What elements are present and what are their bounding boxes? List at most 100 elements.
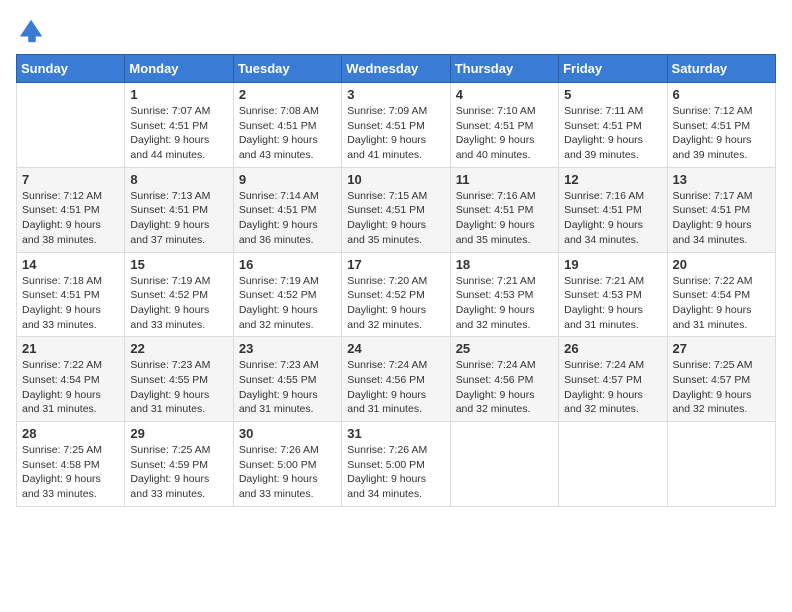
calendar-cell: 16 Sunrise: 7:19 AMSunset: 4:52 PMDayligh… [233, 252, 341, 337]
calendar-cell: 3Sunrise: 7:09 AMSunset: 4:51 PMDaylight… [342, 83, 450, 168]
calendar-cell: 30 Sunrise: 7:26 AMSunset: 5:00 PMDayligh… [233, 422, 341, 507]
day-number: 7 [22, 172, 119, 187]
day-number: 1 [130, 87, 227, 102]
calendar-cell: 22Sunrise: 7:23 AMSunset: 4:55 PMDayligh… [125, 337, 233, 422]
calendar-week-row: 1 Sunrise: 7:07 AMSunset: 4:51 PMDaylight… [17, 83, 776, 168]
calendar-cell: 18Sunrise: 7:21 AMSunset: 4:53 PMDayligh… [450, 252, 558, 337]
day-info: Sunrise: 7:24 AMSunset: 4:57 PMDaylight:… [564, 358, 661, 417]
day-number: 24 [347, 341, 444, 356]
day-info: Sunrise: 7:23 AMSunset: 4:55 PMDaylight:… [130, 358, 227, 417]
calendar-cell [559, 422, 667, 507]
day-number: 11 [456, 172, 553, 187]
day-number: 8 [130, 172, 227, 187]
day-info: Sunrise: 7:17 AMSunset: 4:51 PMDaylight:… [673, 189, 770, 248]
day-info: Sunrise: 7:10 AMSunset: 4:51 PMDaylight:… [456, 104, 553, 163]
weekday-header: Thursday [450, 55, 558, 83]
day-info: Sunrise: 7:16 AMSunset: 4:51 PMDaylight:… [564, 189, 661, 248]
weekday-header: Monday [125, 55, 233, 83]
calendar-cell: 4 Sunrise: 7:10 AMSunset: 4:51 PMDaylight… [450, 83, 558, 168]
day-info: Sunrise: 7:25 AMSunset: 4:57 PMDaylight:… [673, 358, 770, 417]
calendar-cell: 11 Sunrise: 7:16 AMSunset: 4:51 PMDayligh… [450, 167, 558, 252]
day-number: 26 [564, 341, 661, 356]
day-info: Sunrise: 7:12 AMSunset: 4:51 PMDaylight:… [22, 189, 119, 248]
day-number: 5 [564, 87, 661, 102]
day-info: Sunrise: 7:07 AMSunset: 4:51 PMDaylight:… [130, 104, 227, 163]
calendar-cell: 5 Sunrise: 7:11 AMSunset: 4:51 PMDaylight… [559, 83, 667, 168]
calendar-cell: 2 Sunrise: 7:08 AMSunset: 4:51 PMDaylight… [233, 83, 341, 168]
calendar-cell: 27Sunrise: 7:25 AMSunset: 4:57 PMDayligh… [667, 337, 775, 422]
calendar-cell: 21 Sunrise: 7:22 AMSunset: 4:54 PMDayligh… [17, 337, 125, 422]
weekday-header: Saturday [667, 55, 775, 83]
calendar-week-row: 7 Sunrise: 7:12 AMSunset: 4:51 PMDaylight… [17, 167, 776, 252]
day-number: 31 [347, 426, 444, 441]
logo-icon [18, 16, 46, 44]
day-number: 25 [456, 341, 553, 356]
calendar-cell: 31 Sunrise: 7:26 AMSunset: 5:00 PMDayligh… [342, 422, 450, 507]
weekday-header: Friday [559, 55, 667, 83]
day-number: 20 [673, 257, 770, 272]
day-info: Sunrise: 7:24 AMSunset: 4:56 PMDaylight:… [456, 358, 553, 417]
day-info: Sunrise: 7:13 AMSunset: 4:51 PMDaylight:… [130, 189, 227, 248]
day-number: 15 [130, 257, 227, 272]
day-number: 9 [239, 172, 336, 187]
day-number: 17 [347, 257, 444, 272]
day-info: Sunrise: 7:22 AMSunset: 4:54 PMDaylight:… [673, 274, 770, 333]
calendar-week-row: 14 Sunrise: 7:18 AMSunset: 4:51 PMDayligh… [17, 252, 776, 337]
day-number: 16 [239, 257, 336, 272]
calendar-cell: 14 Sunrise: 7:18 AMSunset: 4:51 PMDayligh… [17, 252, 125, 337]
calendar-cell [450, 422, 558, 507]
day-number: 28 [22, 426, 119, 441]
day-number: 29 [130, 426, 227, 441]
calendar-cell [667, 422, 775, 507]
day-number: 19 [564, 257, 661, 272]
day-info: Sunrise: 7:09 AMSunset: 4:51 PMDaylight:… [347, 104, 444, 163]
calendar-cell: 7 Sunrise: 7:12 AMSunset: 4:51 PMDaylight… [17, 167, 125, 252]
day-info: Sunrise: 7:11 AMSunset: 4:51 PMDaylight:… [564, 104, 661, 163]
calendar-cell: 9 Sunrise: 7:14 AMSunset: 4:51 PMDaylight… [233, 167, 341, 252]
day-info: Sunrise: 7:16 AMSunset: 4:51 PMDaylight:… [456, 189, 553, 248]
day-info: Sunrise: 7:20 AMSunset: 4:52 PMDaylight:… [347, 274, 444, 333]
day-number: 30 [239, 426, 336, 441]
calendar-cell: 29 Sunrise: 7:25 AMSunset: 4:59 PMDayligh… [125, 422, 233, 507]
day-info: Sunrise: 7:21 AMSunset: 4:53 PMDaylight:… [564, 274, 661, 333]
day-info: Sunrise: 7:25 AMSunset: 4:59 PMDaylight:… [130, 443, 227, 502]
calendar-cell: 26 Sunrise: 7:24 AMSunset: 4:57 PMDayligh… [559, 337, 667, 422]
day-number: 10 [347, 172, 444, 187]
weekday-header: Tuesday [233, 55, 341, 83]
calendar-cell: 13 Sunrise: 7:17 AMSunset: 4:51 PMDayligh… [667, 167, 775, 252]
day-info: Sunrise: 7:26 AMSunset: 5:00 PMDaylight:… [347, 443, 444, 502]
day-number: 18 [456, 257, 553, 272]
weekday-header: Wednesday [342, 55, 450, 83]
calendar-cell: 6 Sunrise: 7:12 AMSunset: 4:51 PMDaylight… [667, 83, 775, 168]
day-info: Sunrise: 7:26 AMSunset: 5:00 PMDaylight:… [239, 443, 336, 502]
day-info: Sunrise: 7:19 AMSunset: 4:52 PMDaylight:… [130, 274, 227, 333]
day-number: 21 [22, 341, 119, 356]
calendar-cell: 1 Sunrise: 7:07 AMSunset: 4:51 PMDaylight… [125, 83, 233, 168]
calendar-cell: 23 Sunrise: 7:23 AMSunset: 4:55 PMDayligh… [233, 337, 341, 422]
calendar-cell: 28 Sunrise: 7:25 AMSunset: 4:58 PMDayligh… [17, 422, 125, 507]
day-info: Sunrise: 7:23 AMSunset: 4:55 PMDaylight:… [239, 358, 336, 417]
day-info: Sunrise: 7:22 AMSunset: 4:54 PMDaylight:… [22, 358, 119, 417]
calendar-cell: 17 Sunrise: 7:20 AMSunset: 4:52 PMDayligh… [342, 252, 450, 337]
day-info: Sunrise: 7:19 AMSunset: 4:52 PMDaylight:… [239, 274, 336, 333]
day-number: 6 [673, 87, 770, 102]
calendar-cell: 15 Sunrise: 7:19 AMSunset: 4:52 PMDayligh… [125, 252, 233, 337]
logo [16, 16, 46, 44]
day-info: Sunrise: 7:08 AMSunset: 4:51 PMDaylight:… [239, 104, 336, 163]
calendar-cell: 10Sunrise: 7:15 AMSunset: 4:51 PMDayligh… [342, 167, 450, 252]
day-info: Sunrise: 7:14 AMSunset: 4:51 PMDaylight:… [239, 189, 336, 248]
day-info: Sunrise: 7:25 AMSunset: 4:58 PMDaylight:… [22, 443, 119, 502]
day-number: 23 [239, 341, 336, 356]
day-number: 2 [239, 87, 336, 102]
day-info: Sunrise: 7:18 AMSunset: 4:51 PMDaylight:… [22, 274, 119, 333]
calendar-cell: 19 Sunrise: 7:21 AMSunset: 4:53 PMDayligh… [559, 252, 667, 337]
page-header [16, 16, 776, 44]
calendar-table: SundayMondayTuesdayWednesdayThursdayFrid… [16, 54, 776, 507]
calendar-cell: 12 Sunrise: 7:16 AMSunset: 4:51 PMDayligh… [559, 167, 667, 252]
day-info: Sunrise: 7:12 AMSunset: 4:51 PMDaylight:… [673, 104, 770, 163]
day-number: 4 [456, 87, 553, 102]
day-number: 13 [673, 172, 770, 187]
day-info: Sunrise: 7:24 AMSunset: 4:56 PMDaylight:… [347, 358, 444, 417]
day-number: 12 [564, 172, 661, 187]
day-number: 14 [22, 257, 119, 272]
